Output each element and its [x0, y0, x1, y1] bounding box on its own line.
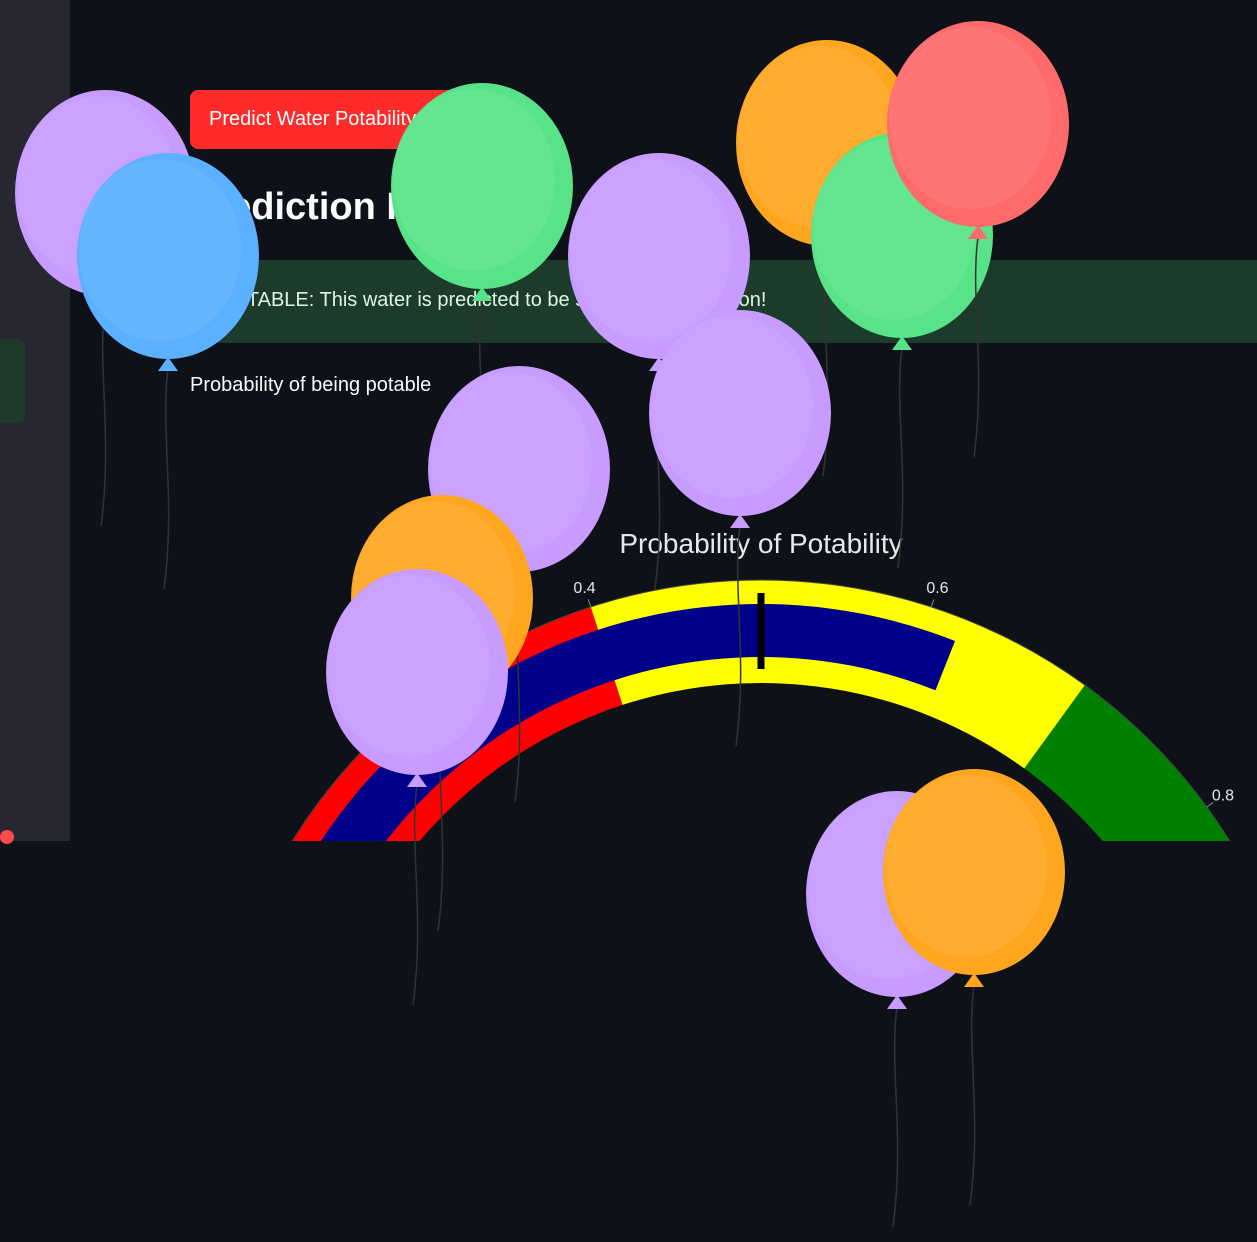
balloon-purple — [326, 569, 508, 1020]
balloon-red — [887, 21, 1069, 472]
gauge-tick-label: 0.8 — [1212, 787, 1234, 804]
gauge-tick — [930, 599, 935, 608]
balloon-orange — [883, 769, 1065, 1220]
balloon-blue — [77, 153, 259, 604]
balloon-purple — [649, 310, 831, 761]
